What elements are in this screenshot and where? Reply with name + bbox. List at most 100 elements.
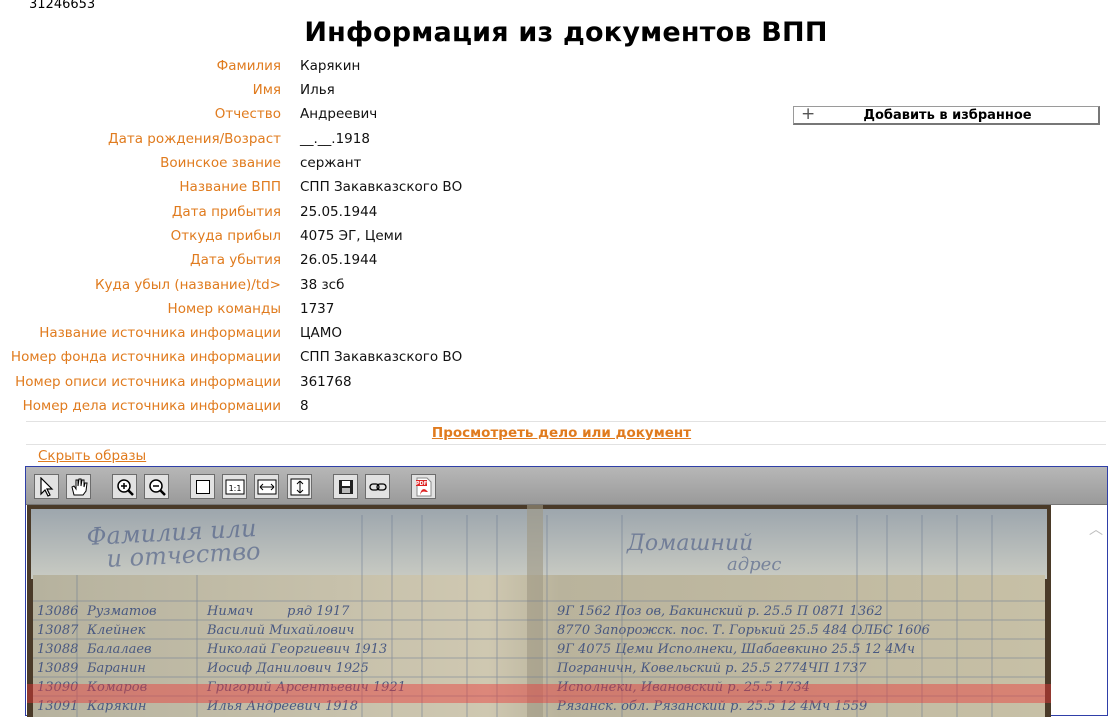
field-value: 26.05.1944 (300, 252, 378, 268)
field-row: Дата убытия 26.05.1944 (0, 250, 780, 274)
field-row: Имя Илья (0, 80, 780, 104)
scanned-document-picture: Фамилия или и отчество Домашний адрес 13… (27, 505, 1051, 717)
field-row: Воинское звание сержант (0, 153, 780, 177)
pdf-button[interactable]: PDF (411, 474, 436, 499)
field-row: Номер описи источника информации 361768 (0, 372, 780, 396)
page-title: Информация из документов ВПП (304, 17, 828, 48)
field-label: Отчество (214, 106, 281, 122)
field-row: Название ВПП СПП Закавказского ВО (0, 177, 780, 201)
field-label: Номер описи источника информации (15, 374, 281, 390)
field-label: Название ВПП (179, 179, 281, 195)
svg-text:Нимач: Нимач (206, 604, 253, 619)
document-image-viewer: 1:1 PDF Фамилия или и отчество Домашний … (25, 466, 1108, 717)
field-row: Номер дела источника информации 8 (0, 396, 780, 420)
svg-text:адрес: адрес (727, 554, 781, 575)
field-value: Илья (300, 82, 335, 98)
svg-text:8770 Запорожск. пос. Т. Горьки: 8770 Запорожск. пос. Т. Горький 25.5 484… (557, 623, 930, 638)
svg-text:Николай Георгиевич 1913: Николай Георгиевич 1913 (206, 642, 387, 657)
svg-text:13086: 13086 (37, 604, 78, 619)
actual-size-button[interactable]: 1:1 (222, 474, 247, 499)
svg-text:Иосиф Данилович 1925: Иосиф Данилович 1925 (206, 661, 369, 676)
svg-text:Пограничн, Ковельский р. 25.5: Пограничн, Ковельский р. 25.5 2774ЧП 173… (556, 661, 867, 676)
field-value: 8 (300, 398, 309, 414)
select-tool-button[interactable] (34, 474, 59, 499)
one-to-one-icon: 1:1 (225, 479, 244, 494)
link-icon (368, 482, 387, 491)
field-row: Название источника информации ЦАМО (0, 323, 780, 347)
field-label: Название источника информации (39, 325, 281, 341)
zoom-out-icon (148, 478, 166, 496)
fit-width-icon (257, 479, 276, 494)
fit-height-icon (290, 478, 309, 495)
viewer-toolbar: 1:1 PDF (26, 467, 1107, 505)
link-button[interactable] (365, 474, 390, 499)
field-value: СПП Закавказского ВО (300, 179, 463, 195)
page-icon (195, 479, 210, 494)
field-row: Фамилия Карякин (0, 56, 780, 80)
field-row: Номер фонда источника информации СПП Зака… (0, 347, 780, 371)
field-row: Дата рождения/Возраст __.__.1918 (0, 129, 780, 153)
field-label: Дата рождения/Возраст (108, 131, 281, 147)
fit-page-button[interactable] (190, 474, 215, 499)
field-label: Номер фонда источника информации (10, 349, 281, 365)
field-value: 4075 ЭГ, Цеми (300, 228, 403, 244)
divider (26, 421, 1106, 422)
field-label: Воинское звание (160, 155, 281, 171)
field-label: Номер команды (167, 301, 281, 317)
field-label: Фамилия (216, 58, 281, 74)
field-value: 1737 (300, 301, 335, 317)
svg-text:Домашний: Домашний (626, 531, 753, 556)
save-button[interactable] (333, 474, 358, 499)
field-label: Номер дела источника информации (22, 398, 281, 414)
field-row: Отчество Андреевич (0, 104, 780, 128)
svg-text:13089: 13089 (37, 661, 78, 676)
field-row: Куда убыл (название)/td> 38 зсб (0, 275, 780, 299)
scanned-document-image[interactable]: Фамилия или и отчество Домашний адрес 13… (27, 505, 1051, 717)
field-value: Андреевич (300, 106, 378, 122)
add-to-favorites-label: Добавить в избранное (863, 108, 1032, 123)
add-to-favorites-button[interactable]: + Добавить в избранное (793, 104, 1100, 125)
field-value: ЦАМО (300, 325, 342, 341)
field-row: Дата прибытия 25.05.1944 (0, 202, 780, 226)
svg-text:PDF: PDF (415, 481, 426, 487)
hand-icon (71, 478, 88, 496)
record-id: 31246653 (29, 0, 96, 12)
field-label: Дата прибытия (171, 204, 281, 220)
pan-tool-button[interactable] (66, 474, 91, 499)
field-label: Имя (252, 82, 281, 98)
svg-text:Рузматов: Рузматов (86, 604, 157, 619)
field-value: 361768 (300, 374, 352, 390)
field-value: __.__.1918 (300, 131, 370, 147)
field-value: сержант (300, 155, 362, 171)
zoom-in-button[interactable] (112, 474, 137, 499)
divider (26, 444, 1106, 445)
field-value: 38 зсб (300, 277, 345, 293)
zoom-in-icon (116, 478, 134, 496)
svg-text:13088: 13088 (37, 642, 78, 657)
fit-width-button[interactable] (254, 474, 279, 499)
svg-text:9Г 1562 Поз ов, Бакинский р. 2: 9Г 1562 Поз ов, Бакинский р. 25.5 П 0871… (557, 604, 883, 619)
svg-text:Василий Михайлович: Василий Михайлович (206, 623, 354, 638)
field-row: Номер команды 1737 (0, 299, 780, 323)
svg-text:Баранин: Баранин (86, 661, 146, 676)
field-label: Дата убытия (190, 252, 281, 268)
scroll-up-arrow-icon[interactable]: ︿ (1089, 519, 1103, 539)
svg-text:1:1: 1:1 (228, 484, 241, 493)
fit-height-button[interactable] (287, 474, 312, 499)
field-value: Карякин (300, 58, 361, 74)
field-value: 25.05.1944 (300, 204, 378, 220)
field-label: Куда убыл (название)/td> (94, 277, 281, 293)
pdf-icon: PDF (415, 477, 431, 496)
svg-text:ряд 1917: ряд 1917 (287, 604, 350, 619)
svg-text:13087: 13087 (37, 623, 79, 638)
svg-text:Клейнек: Клейнек (86, 623, 146, 638)
field-row: Откуда прибыл 4075 ЭГ, Цеми (0, 226, 780, 250)
hide-images-link[interactable]: Скрыть образы (38, 448, 146, 464)
svg-text:9Г 4075 Цеми Исполнеки, Шабаев: 9Г 4075 Цеми Исполнеки, Шабаевкино 25.5 … (557, 642, 915, 657)
zoom-out-button[interactable] (144, 474, 169, 499)
field-value: СПП Закавказского ВО (300, 349, 463, 365)
view-document-link[interactable]: Просмотреть дело или документ (0, 425, 1111, 441)
svg-text:Балалаев: Балалаев (86, 642, 152, 657)
pointer-icon (40, 476, 54, 497)
field-label: Откуда прибыл (170, 228, 281, 244)
